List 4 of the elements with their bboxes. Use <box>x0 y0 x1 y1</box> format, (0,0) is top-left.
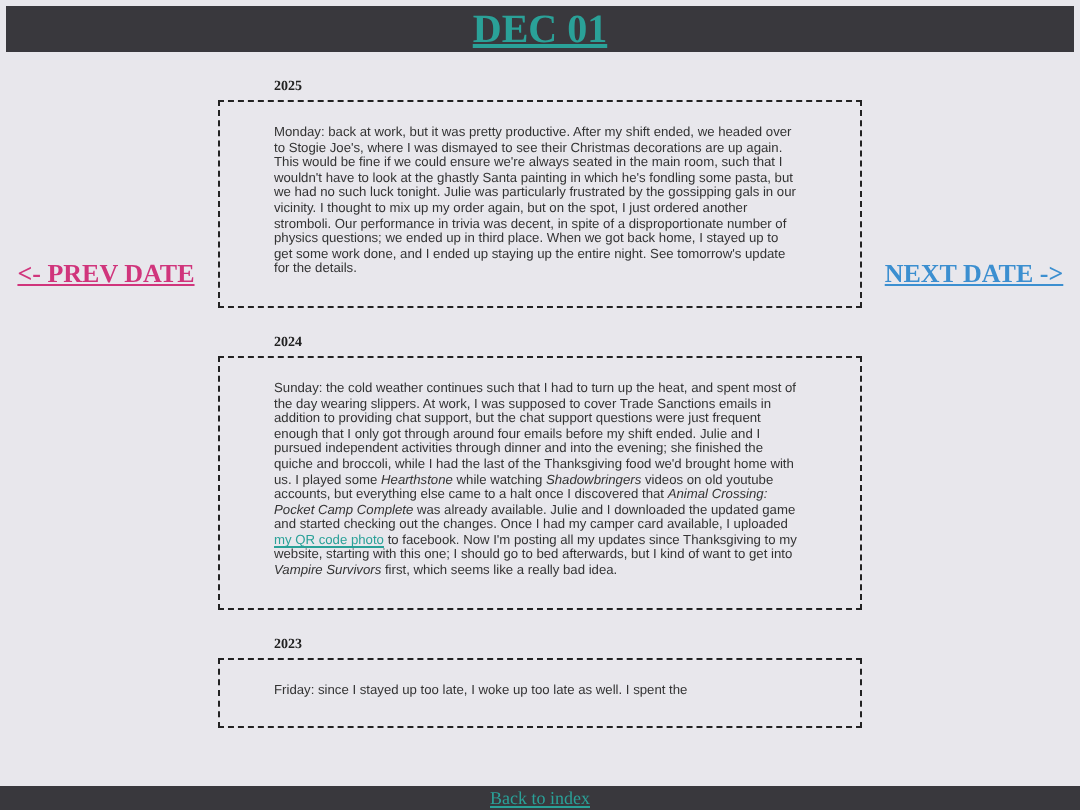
prev-date-link[interactable]: <- PREV DATE <box>17 258 195 288</box>
next-date-link[interactable]: NEXT DATE -> <box>884 258 1064 288</box>
date-title-link[interactable]: DEC 01 <box>472 7 608 51</box>
back-to-index-link[interactable]: Back to index <box>490 786 590 810</box>
